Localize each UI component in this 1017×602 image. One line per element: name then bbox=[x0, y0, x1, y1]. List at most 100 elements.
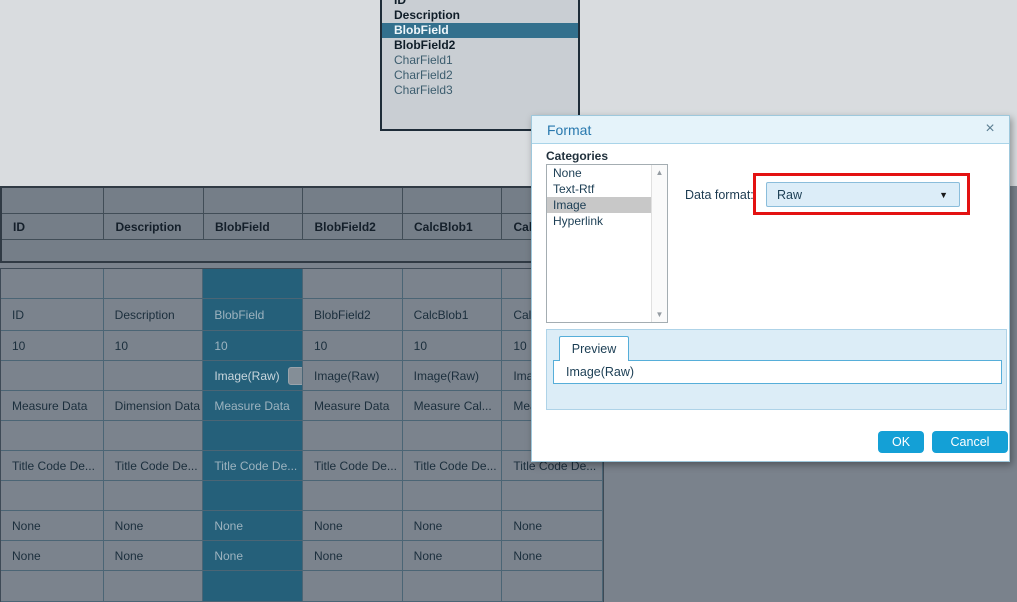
table-row: Image(Raw)Image(Raw)Image(Raw)Ima bbox=[1, 361, 603, 391]
table-cell[interactable] bbox=[403, 269, 503, 298]
table-cell[interactable]: None bbox=[1, 511, 104, 540]
field-list-item-description[interactable]: Description bbox=[382, 8, 578, 23]
table-cell[interactable] bbox=[403, 571, 503, 601]
category-item-image[interactable]: Image bbox=[547, 197, 652, 213]
table-cell[interactable]: 10 bbox=[303, 331, 403, 360]
table-cell[interactable] bbox=[203, 269, 303, 298]
table-cell[interactable]: None bbox=[203, 511, 303, 540]
category-item-hyperlink[interactable]: Hyperlink bbox=[547, 213, 652, 229]
table-cell[interactable]: Title Code De... bbox=[403, 451, 503, 480]
table-cell[interactable]: BlobField bbox=[204, 214, 304, 239]
table-cell[interactable]: None bbox=[303, 541, 403, 570]
table-cell[interactable] bbox=[104, 421, 204, 450]
categories-listbox: None Text-Rtf Image Hyperlink ▲ ▼ bbox=[546, 164, 668, 323]
chevron-down-icon: ▼ bbox=[939, 190, 948, 200]
table-cell[interactable] bbox=[303, 269, 403, 298]
table-cell[interactable]: Measure Data bbox=[1, 391, 104, 420]
table-cell[interactable]: Measure Cal... bbox=[403, 391, 503, 420]
table-cell[interactable] bbox=[303, 481, 403, 510]
table-cell[interactable] bbox=[1, 421, 104, 450]
table-cell[interactable] bbox=[403, 188, 503, 213]
table-cell[interactable] bbox=[303, 421, 403, 450]
table-cell[interactable] bbox=[303, 571, 403, 601]
ok-button[interactable]: OK bbox=[878, 431, 924, 453]
table-cell[interactable]: Image(Raw) bbox=[203, 361, 303, 390]
table-cell[interactable] bbox=[104, 571, 204, 601]
table-cell[interactable]: None bbox=[403, 541, 503, 570]
table-cell[interactable]: Title Code De... bbox=[203, 451, 303, 480]
table-cell[interactable] bbox=[104, 269, 204, 298]
report-designer-screen: ID Description BlobField BlobField2 Char… bbox=[0, 0, 1017, 602]
close-icon[interactable]: × bbox=[981, 120, 999, 138]
table-cell[interactable]: BlobField bbox=[203, 299, 303, 330]
table-cell[interactable]: BlobField2 bbox=[303, 214, 403, 239]
tab-preview[interactable]: Preview bbox=[559, 336, 629, 361]
field-list-item-charfield2[interactable]: CharField2 bbox=[382, 68, 578, 83]
table-cell[interactable] bbox=[104, 361, 204, 390]
table-cell[interactable]: Title Code De... bbox=[303, 451, 403, 480]
table-cell[interactable]: Dimension Data bbox=[104, 391, 204, 420]
table-cell[interactable] bbox=[203, 571, 303, 601]
data-format-dropdown[interactable]: Raw ▼ bbox=[766, 182, 960, 207]
table-cell[interactable] bbox=[403, 421, 503, 450]
table-cell[interactable] bbox=[203, 421, 303, 450]
field-list-item-blobfield2[interactable]: BlobField2 bbox=[382, 38, 578, 53]
table-cell[interactable]: 10 bbox=[403, 331, 503, 360]
table-cell[interactable]: None bbox=[1, 541, 104, 570]
table-cell[interactable] bbox=[303, 188, 403, 213]
table-cell[interactable]: CalcBlob1 bbox=[403, 299, 503, 330]
table-cell[interactable]: None bbox=[203, 541, 303, 570]
table-cell[interactable] bbox=[104, 481, 204, 510]
listbox-scrollbar[interactable]: ▲ ▼ bbox=[651, 165, 667, 322]
table-row: IDDescriptionBlobFieldBlobField2CalcBlob… bbox=[1, 299, 603, 331]
table-cell[interactable]: Title Code De... bbox=[1, 451, 104, 480]
table-cell[interactable]: None bbox=[104, 511, 204, 540]
table-cell[interactable] bbox=[1, 571, 104, 601]
table-row: Measure DataDimension DataMeasure DataMe… bbox=[1, 391, 603, 421]
table-cell[interactable]: Measure Data bbox=[203, 391, 303, 420]
table-cell[interactable]: Image(Raw) bbox=[303, 361, 403, 390]
preview-content: Image(Raw) bbox=[553, 360, 1002, 384]
table-row: Title Code De...Title Code De...Title Co… bbox=[1, 451, 603, 481]
table-cell[interactable]: None bbox=[502, 541, 603, 570]
table-cell[interactable] bbox=[1, 269, 104, 298]
table-cell[interactable] bbox=[502, 481, 603, 510]
scroll-up-icon[interactable]: ▲ bbox=[652, 168, 667, 177]
table-cell[interactable]: 10 bbox=[1, 331, 104, 360]
preview-panel: Preview Image(Raw) bbox=[546, 329, 1007, 410]
table-cell[interactable]: CalcBlob1 bbox=[403, 214, 503, 239]
field-list-item-blobfield[interactable]: BlobField bbox=[382, 23, 578, 38]
table-cell[interactable]: 10 bbox=[203, 331, 303, 360]
table-cell[interactable]: ID bbox=[1, 299, 104, 330]
table-cell[interactable]: Title Code De... bbox=[104, 451, 204, 480]
table-cell[interactable]: ID bbox=[2, 214, 104, 239]
table-cell[interactable] bbox=[203, 481, 303, 510]
table-cell[interactable]: Description bbox=[104, 299, 204, 330]
table-cell[interactable]: Image(Raw) bbox=[403, 361, 503, 390]
table-cell[interactable] bbox=[403, 481, 503, 510]
table-cell[interactable]: BlobField2 bbox=[303, 299, 403, 330]
table-cell[interactable]: 10 bbox=[104, 331, 204, 360]
table-cell[interactable] bbox=[1, 481, 104, 510]
category-item-none[interactable]: None bbox=[547, 165, 652, 181]
format-dialog: Format × Categories None Text-Rtf Image … bbox=[531, 115, 1010, 462]
table-cell[interactable]: Description bbox=[104, 214, 204, 239]
scroll-down-icon[interactable]: ▼ bbox=[652, 310, 667, 319]
category-item-text-rtf[interactable]: Text-Rtf bbox=[547, 181, 652, 197]
table-cell[interactable]: Measure Data bbox=[303, 391, 403, 420]
table-cell[interactable]: None bbox=[403, 511, 503, 540]
table-cell[interactable] bbox=[104, 188, 204, 213]
table-cell[interactable]: None bbox=[502, 511, 603, 540]
table-cell[interactable] bbox=[2, 188, 104, 213]
table-cell[interactable] bbox=[204, 188, 304, 213]
table-cell[interactable] bbox=[2, 240, 603, 261]
field-list-item-id[interactable]: ID bbox=[382, 0, 578, 8]
cancel-button[interactable]: Cancel bbox=[932, 431, 1008, 453]
table-cell[interactable] bbox=[1, 361, 104, 390]
field-list-item-charfield1[interactable]: CharField1 bbox=[382, 53, 578, 68]
field-list-item-charfield3[interactable]: CharField3 bbox=[382, 83, 578, 98]
table-cell[interactable]: None bbox=[104, 541, 204, 570]
table-row bbox=[2, 188, 603, 214]
table-cell[interactable] bbox=[502, 571, 603, 601]
table-cell[interactable]: None bbox=[303, 511, 403, 540]
